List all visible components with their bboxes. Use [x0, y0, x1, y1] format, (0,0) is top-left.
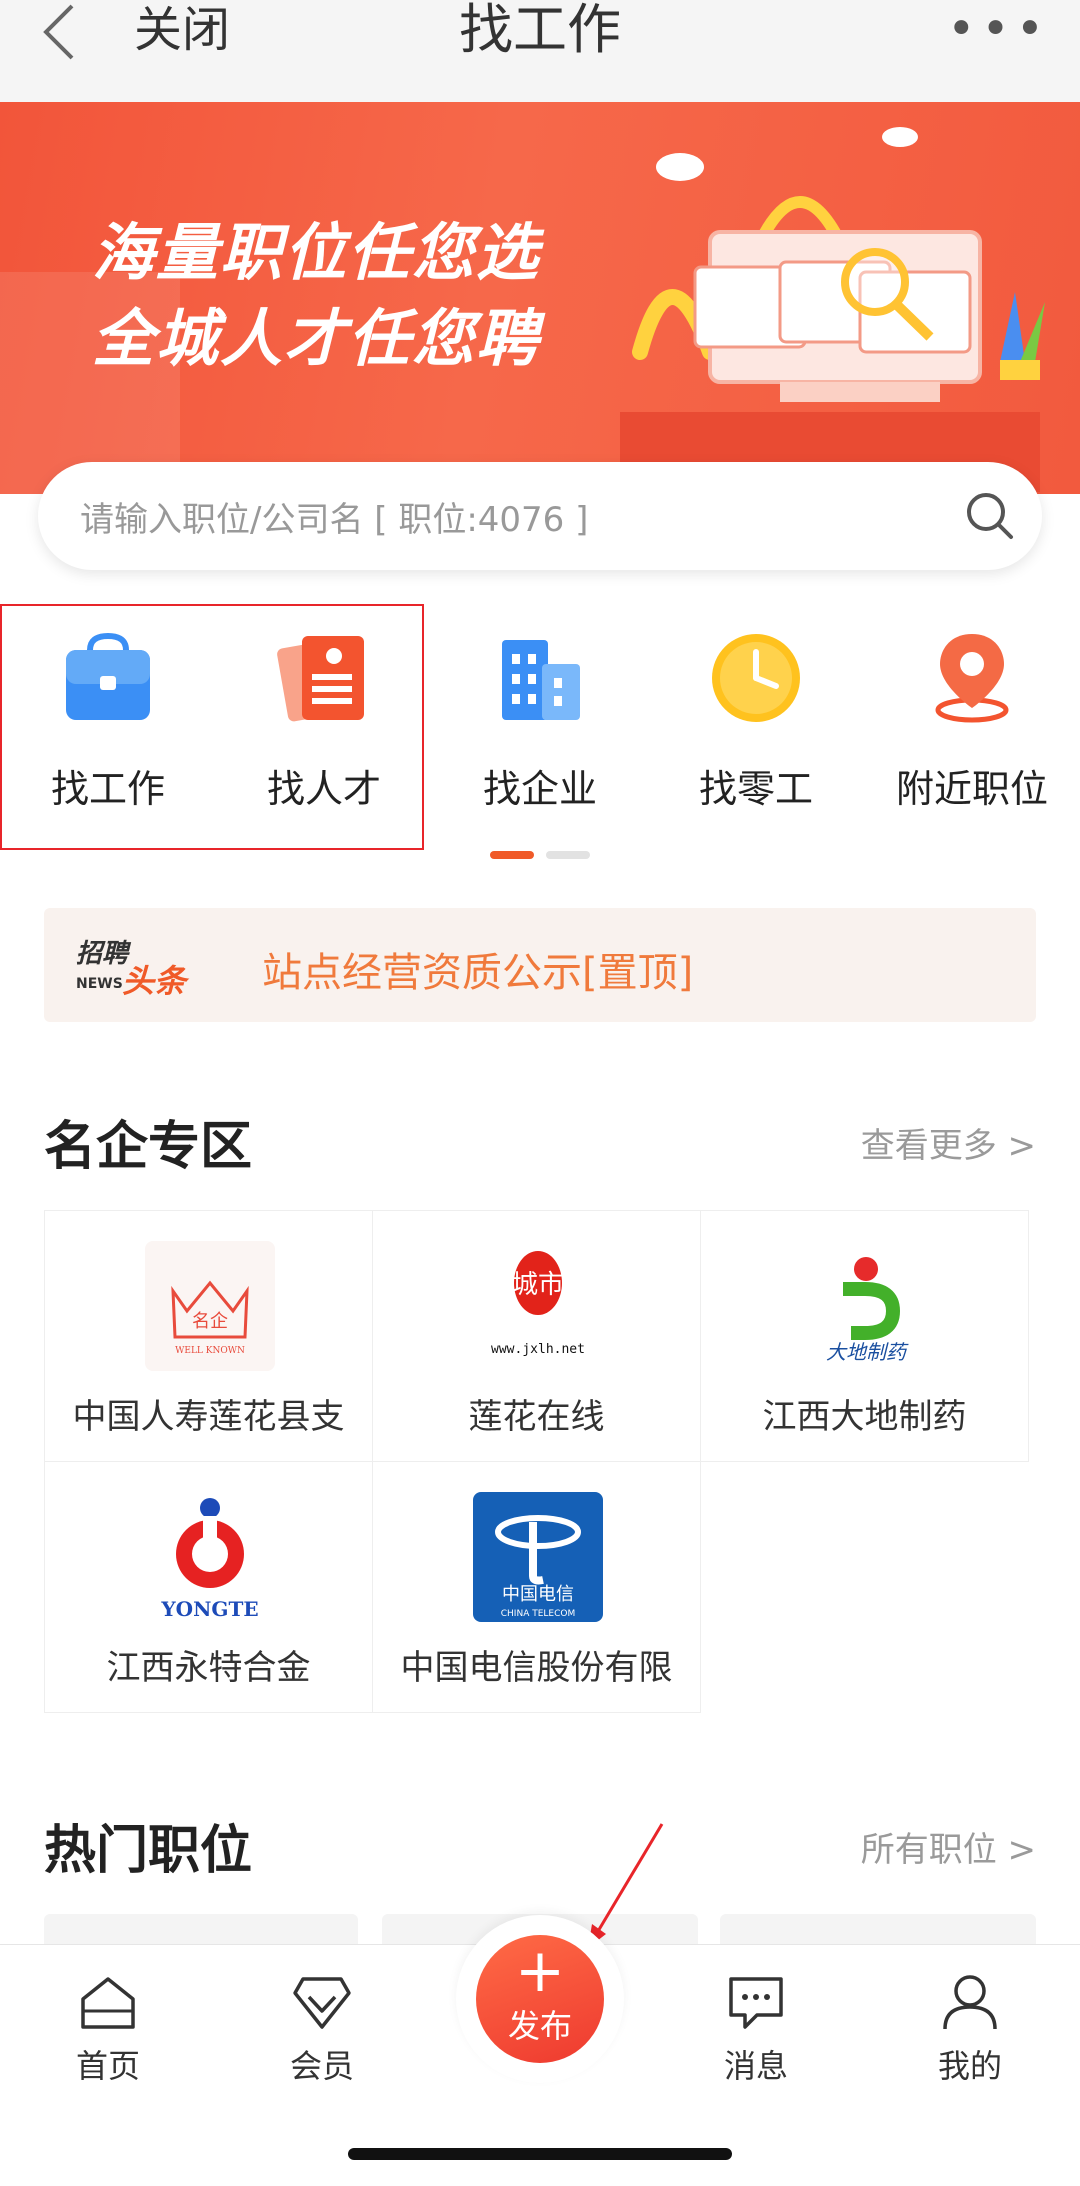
home-indicator[interactable]: [348, 2148, 732, 2160]
tab-mine[interactable]: 我的: [900, 1971, 1040, 2087]
company-name: 莲花在线: [468, 1397, 605, 1437]
company-card[interactable]: 中国电信 CHINA TELECOM 中国电信股份有限: [372, 1461, 701, 1713]
chat-bubble-icon: [729, 1977, 783, 2029]
category-find-job[interactable]: 找工作: [0, 630, 216, 840]
section-title-hot-jobs: 热门职位: [44, 1821, 253, 1881]
company-name: 中国电信股份有限: [400, 1648, 673, 1688]
tab-member[interactable]: 会员: [252, 1971, 392, 2087]
company-logo-lianhua-icon: 城市 www.jxlh.net: [491, 1251, 585, 1357]
all-jobs-link[interactable]: 所有职位 >: [861, 1822, 1036, 1871]
tab-label: 消息: [723, 2047, 788, 2085]
briefcase-icon: [66, 632, 150, 720]
page-title: 找工作: [459, 0, 621, 61]
company-card[interactable]: 名企 WELL KNOWN 中国人寿莲花县支: [44, 1210, 373, 1462]
page-indicator: [490, 844, 602, 863]
top-nav-bar: 关闭 找工作 •••: [0, 0, 1080, 102]
clock-icon: [712, 634, 800, 722]
page-dot: [546, 851, 590, 859]
resume-icon: [277, 636, 364, 722]
job-card[interactable]: [44, 1914, 358, 1946]
news-bar[interactable]: 招聘 NEWS 头条 站点经营资质公示[置顶]: [44, 908, 1036, 1022]
category-label: 找工作: [50, 767, 165, 811]
category-label: 附近职位: [895, 767, 1048, 811]
news-headline-logo-icon: 招聘 NEWS 头条: [76, 939, 190, 1000]
svg-text:大地制药: 大地制药: [826, 1340, 909, 1364]
search-input[interactable]: 请输入职位/公司名 [ 职位:4076 ]: [80, 492, 588, 541]
news-headline[interactable]: 站点经营资质公示[置顶]: [262, 940, 693, 998]
annotation-arrow-icon: [588, 1823, 664, 1948]
location-pin-icon: [935, 634, 1009, 723]
svg-text:中国电信: 中国电信: [502, 1584, 574, 1605]
company-logo-dadi-icon: 大地制药: [826, 1257, 909, 1364]
publish-button[interactable]: + 发布: [476, 1935, 604, 2063]
diamond-icon: [293, 1977, 351, 2029]
search-bar[interactable]: 请输入职位/公司名 [ 职位:4076 ]: [38, 462, 1042, 570]
svg-text:YONGTE: YONGTE: [160, 1597, 258, 1621]
banner-headline-2: 全城人才任您聘: [92, 302, 541, 375]
home-icon: [81, 1977, 135, 2029]
svg-text:名企: 名企: [192, 1311, 228, 1332]
view-more-link[interactable]: 查看更多 >: [861, 1118, 1036, 1167]
category-nearby-jobs[interactable]: 附近职位: [864, 630, 1080, 840]
company-logo-crown-icon: 名企 WELL KNOWN: [145, 1241, 275, 1371]
category-find-company[interactable]: 找企业: [432, 630, 648, 840]
svg-text:头条: 头条: [122, 962, 190, 1000]
company-logo-telecom-icon: 中国电信 CHINA TELECOM: [473, 1492, 603, 1622]
category-find-talent[interactable]: 找人才: [216, 630, 432, 840]
tab-home[interactable]: 首页: [38, 1971, 178, 2087]
category-label: 找人才: [266, 767, 381, 811]
plus-icon: +: [514, 1936, 566, 2006]
tab-label: 首页: [75, 2047, 140, 2085]
company-card[interactable]: YONGTE 江西永特合金: [44, 1461, 373, 1713]
tab-label: 我的: [937, 2047, 1002, 2085]
svg-text:www.jxlh.net: www.jxlh.net: [491, 1342, 585, 1357]
publish-label: 发布: [507, 2007, 572, 2045]
section-title-famous: 名企专区: [44, 1117, 253, 1177]
company-card[interactable]: 城市 www.jxlh.net 莲花在线: [372, 1210, 701, 1462]
more-menu-button[interactable]: •••: [947, 4, 1050, 54]
job-card[interactable]: [720, 1914, 1036, 1946]
company-name: 江西永特合金: [106, 1648, 311, 1688]
banner-headline-1: 海量职位任您选: [92, 216, 541, 289]
company-logo-yongte-icon: YONGTE: [160, 1498, 259, 1621]
svg-text:CHINA TELECOM: CHINA TELECOM: [501, 1609, 575, 1619]
svg-text:城市: 城市: [512, 1270, 564, 1300]
company-name: 江西大地制药: [762, 1397, 967, 1437]
search-icon[interactable]: [964, 490, 1016, 542]
building-icon: [502, 640, 580, 720]
svg-text:NEWS: NEWS: [76, 976, 123, 992]
category-label: 找企业: [482, 767, 597, 811]
page-dot-active: [490, 851, 534, 859]
svg-text:WELL KNOWN: WELL KNOWN: [175, 1346, 245, 1356]
tab-messages[interactable]: 消息: [686, 1971, 826, 2087]
company-name: 中国人寿莲花县支: [72, 1397, 345, 1437]
category-odd-jobs[interactable]: 找零工: [648, 630, 864, 840]
company-card[interactable]: 大地制药 江西大地制药: [700, 1210, 1029, 1462]
category-label: 找零工: [698, 767, 813, 811]
tab-label: 会员: [289, 2047, 354, 2085]
person-icon: [943, 1975, 997, 2030]
promo-banner[interactable]: 海量职位任您选 全城人才任您聘: [0, 102, 1080, 494]
banner-illustration-icon: [620, 127, 1045, 492]
